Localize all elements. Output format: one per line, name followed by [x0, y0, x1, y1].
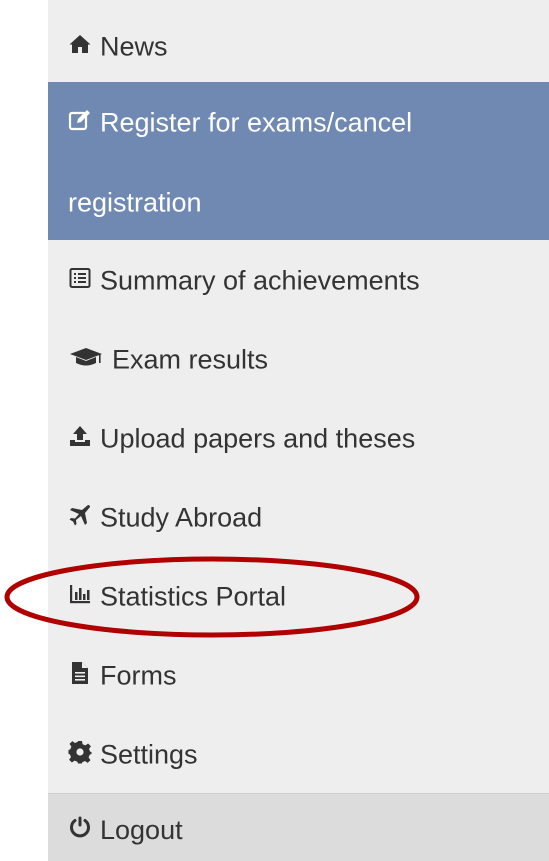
home-icon — [68, 32, 92, 56]
upload-icon — [68, 424, 92, 448]
sidebar-item-logout[interactable]: Logout — [48, 793, 549, 861]
sidebar-menu: News Register for exams/cancel registrat… — [48, 0, 549, 861]
sidebar-item-upload-papers[interactable]: Upload papers and theses — [48, 398, 549, 478]
graduation-cap-icon — [68, 345, 104, 369]
cog-icon — [68, 740, 92, 764]
sidebar-item-exam-results[interactable]: Exam results — [48, 319, 549, 399]
file-icon — [68, 661, 92, 685]
sidebar-item-label: Register for exams/cancel registration — [68, 107, 413, 218]
list-alt-icon — [68, 266, 92, 290]
sidebar-item-label: Statistics Portal — [100, 581, 287, 612]
bar-chart-icon — [68, 582, 92, 606]
sidebar-item-label: Forms — [100, 660, 177, 691]
sidebar-item-label: Exam results — [112, 344, 269, 375]
edit-icon — [68, 108, 92, 132]
plane-icon — [68, 503, 92, 527]
sidebar-item-settings[interactable]: Settings — [48, 714, 549, 794]
page: News Register for exams/cancel registrat… — [0, 0, 549, 861]
sidebar-item-register-exams[interactable]: Register for exams/cancel registration — [48, 82, 549, 240]
sidebar-item-forms[interactable]: Forms — [48, 635, 549, 715]
sidebar-item-label: Summary of achievements — [100, 265, 420, 296]
sidebar-item-label: Study Abroad — [100, 502, 263, 533]
sidebar-item-label: Settings — [100, 739, 198, 770]
sidebar-item-statistics-portal[interactable]: Statistics Portal — [48, 556, 549, 636]
sidebar-item-label: Logout — [100, 814, 183, 845]
sidebar-item-label: News — [100, 31, 168, 62]
power-icon — [68, 815, 92, 839]
sidebar-item-label: Upload papers and theses — [100, 423, 416, 454]
sidebar-item-news[interactable]: News — [48, 6, 549, 86]
sidebar-item-study-abroad[interactable]: Study Abroad — [48, 477, 549, 557]
sidebar-item-summary-achievements[interactable]: Summary of achievements — [48, 240, 549, 320]
